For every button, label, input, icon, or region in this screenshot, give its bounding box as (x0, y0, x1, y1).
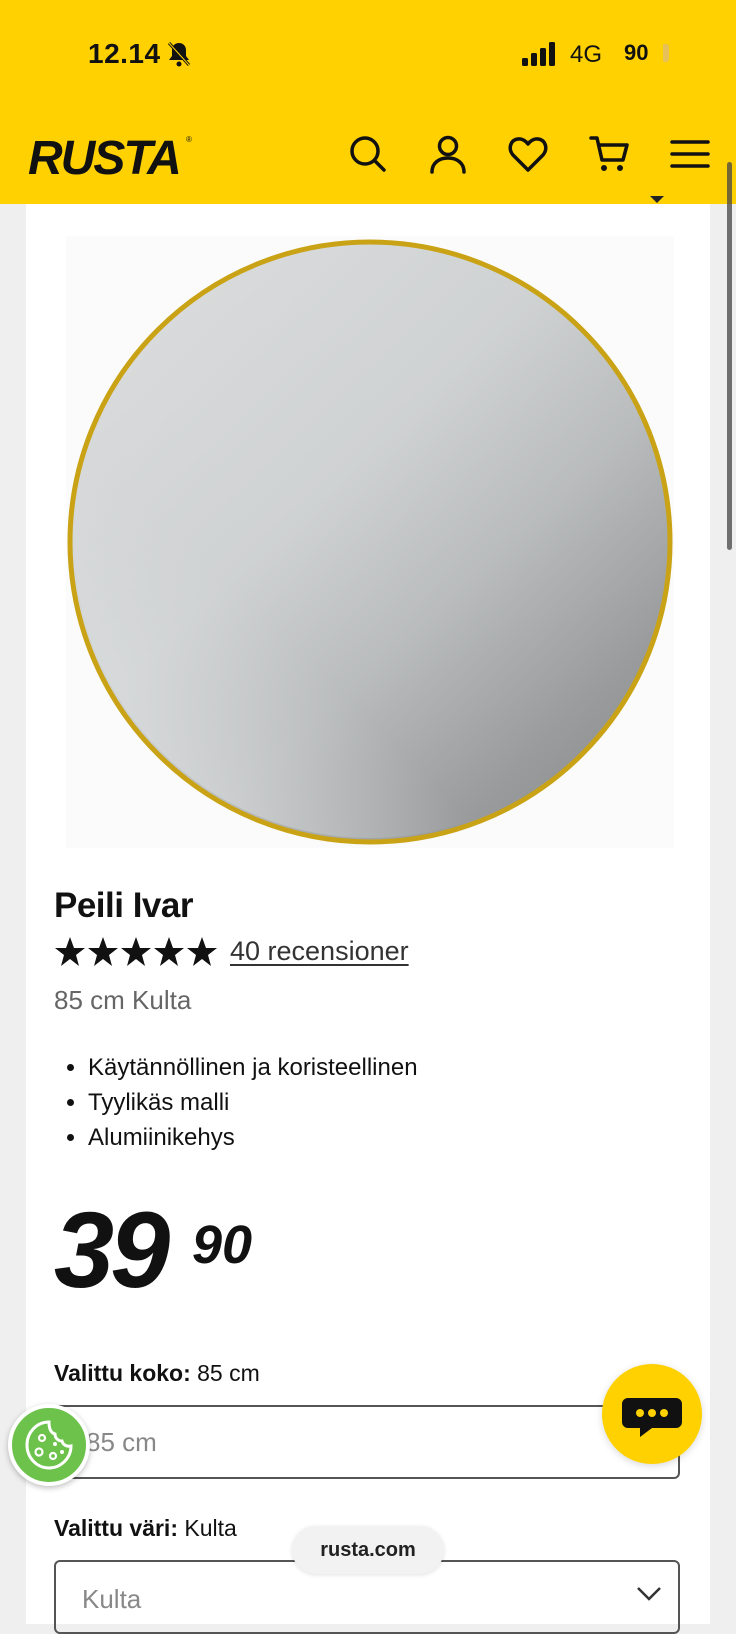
network-type: 4G (570, 41, 603, 68)
status-time: 12.14 (88, 38, 161, 69)
cart-icon[interactable] (588, 132, 632, 176)
rating-stars-icon[interactable] (54, 936, 220, 968)
site-header: RUSTA ® (0, 110, 736, 204)
size-label-value: 85 cm (197, 1360, 260, 1386)
feature-item: Tyylikäs malli (88, 1085, 418, 1120)
price-integer: 39 (54, 1189, 170, 1310)
feature-item: Alumiinikehys (88, 1120, 418, 1155)
size-select[interactable]: 85 cm (54, 1405, 680, 1479)
svg-text:RUSTA: RUSTA (28, 132, 180, 184)
bell-muted-icon (167, 41, 191, 67)
wishlist-heart-icon[interactable] (506, 132, 550, 176)
menu-icon[interactable] (668, 132, 712, 176)
status-bar: 12.14 4G 90 (0, 0, 736, 110)
battery-icon (663, 44, 669, 62)
size-label-key: Valittu koko: (54, 1360, 191, 1386)
account-icon[interactable] (426, 132, 470, 176)
battery-level: 90 (624, 40, 649, 65)
color-label-value: Kulta (184, 1515, 237, 1541)
product-title: Peili Ivar (54, 886, 193, 925)
svg-text:®: ® (186, 135, 192, 144)
color-label-key: Valittu väri: (54, 1515, 178, 1541)
selected-color-label: Valittu väri: Kulta (54, 1515, 237, 1542)
feature-list: Käytännöllinen ja koristeellinen Tyylikä… (54, 1050, 418, 1155)
size-select-value: 85 cm (86, 1427, 157, 1457)
chat-icon (622, 1398, 682, 1437)
product-variant: 85 cm Kulta (54, 985, 192, 1015)
cookie-icon (25, 1420, 73, 1470)
chat-button[interactable] (602, 1364, 702, 1464)
browser-url-pill[interactable]: rusta.com (292, 1526, 444, 1574)
reviews-link[interactable]: 40 recensioner (230, 936, 409, 967)
gallery-caret-icon (650, 196, 664, 203)
selected-size-label: Valittu koko: 85 cm (54, 1360, 260, 1387)
product-image[interactable] (66, 236, 674, 848)
rusta-logo[interactable]: RUSTA ® (26, 128, 198, 184)
page-scrollbar[interactable] (727, 162, 732, 550)
price-decimal: 90 (192, 1215, 253, 1275)
search-icon[interactable] (346, 132, 390, 176)
cookie-settings-button[interactable] (8, 1404, 90, 1486)
feature-item: Käytännöllinen ja koristeellinen (88, 1050, 418, 1085)
signal-icon (522, 42, 555, 66)
